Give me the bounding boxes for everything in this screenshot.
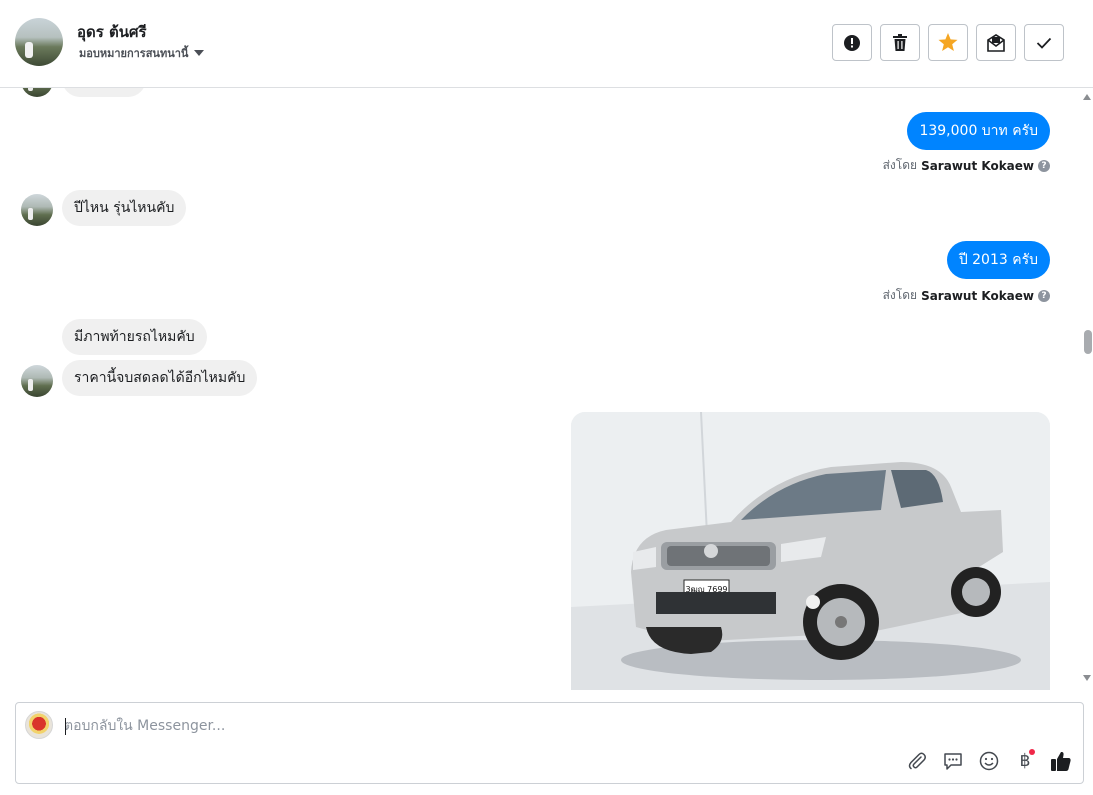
trash-icon [893, 33, 907, 51]
message-bubble-outgoing[interactable]: 139,000 บาท ครับ [907, 112, 1050, 150]
message-bubble-incoming[interactable]: ราคานี้จบสดลดได้อีกไหมคับ [62, 360, 258, 396]
contact-name[interactable]: อุดร ต้นศรี [77, 20, 147, 44]
star-icon [938, 33, 958, 51]
composer-tools: ฿ [905, 749, 1073, 773]
sender-avatar [21, 88, 53, 97]
question-icon[interactable]: ? [1038, 159, 1050, 172]
like-button[interactable] [1049, 749, 1073, 773]
payment-button[interactable]: ฿ [1013, 749, 1037, 773]
thread-scrollbar[interactable] [1080, 88, 1093, 690]
delete-button[interactable] [880, 24, 920, 61]
sent-by-name: Sarawut Kokaew [921, 288, 1034, 303]
message-bubble-outgoing[interactable]: ปี 2013 ครับ [946, 241, 1050, 279]
message-bubble-incoming[interactable]: มีภาพท้ายรถไหมคับ [62, 319, 207, 355]
question-icon[interactable]: ? [1038, 289, 1050, 302]
alert-icon [844, 34, 860, 51]
thumbs-up-icon [1051, 751, 1071, 771]
sent-by-name: Sarawut Kokaew [921, 158, 1034, 173]
sender-avatar [21, 365, 53, 397]
emoji-icon [979, 751, 999, 771]
reply-input[interactable] [64, 715, 964, 737]
check-icon [1036, 37, 1052, 49]
mark-unread-icon [987, 33, 1005, 52]
pickup-truck-image: 3ฒญ 7699 [571, 412, 1050, 690]
scrollbar-thumb[interactable] [1084, 330, 1092, 354]
page-avatar [25, 711, 53, 739]
scroll-down-arrow-icon[interactable] [1083, 675, 1091, 681]
sender-avatar [21, 194, 53, 226]
star-button[interactable] [928, 24, 968, 61]
sent-by-label: ส่งโดย Sarawut Kokaew ? [883, 286, 1050, 305]
assign-conversation-dropdown[interactable]: มอบหมายการสนทนานี้ [79, 44, 205, 62]
message-thread[interactable]: 139,000 บาท ครับ ส่งโดย Sarawut Kokaew ?… [0, 88, 1080, 690]
attach-file-button[interactable] [905, 749, 929, 773]
sent-by-prefix: ส่งโดย [882, 288, 918, 302]
sent-by-prefix: ส่งโดย [882, 158, 918, 172]
chevron-down-icon [194, 50, 205, 56]
assign-label: มอบหมายการสนทนานี้ [79, 47, 189, 60]
scroll-up-arrow-icon[interactable] [1083, 94, 1091, 100]
mark-unread-button[interactable] [976, 24, 1016, 61]
notification-dot [1029, 749, 1035, 755]
emoji-button[interactable] [977, 749, 1001, 773]
message-bubble-incoming[interactable] [62, 88, 146, 97]
reply-composer: ฿ [15, 702, 1084, 784]
message-bubble-incoming[interactable]: ปีไหน รุ่นไหนคับ [62, 190, 187, 226]
sent-by-label: ส่งโดย Sarawut Kokaew ? [883, 156, 1050, 175]
mark-done-button[interactable] [1024, 24, 1064, 61]
text-cursor [65, 718, 66, 735]
saved-replies-icon [944, 753, 962, 770]
photo-attachment[interactable]: 3ฒญ 7699 [571, 412, 1050, 690]
mark-spam-button[interactable] [832, 24, 872, 61]
paperclip-icon [908, 752, 926, 770]
conversation-toolbar [832, 24, 1064, 61]
contact-avatar[interactable] [15, 18, 63, 66]
conversation-header: อุดร ต้นศรี มอบหมายการสนทนานี้ [0, 0, 1093, 88]
saved-replies-button[interactable] [941, 749, 965, 773]
